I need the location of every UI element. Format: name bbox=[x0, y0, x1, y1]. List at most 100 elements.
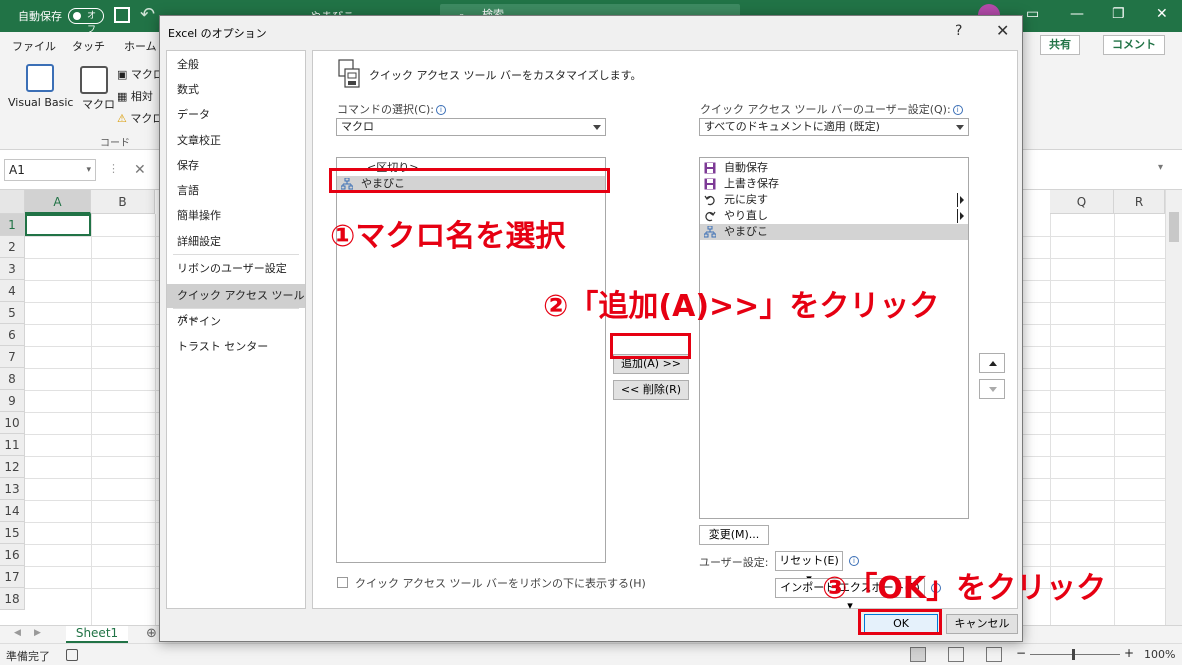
select-all-corner[interactable] bbox=[0, 190, 25, 214]
annotation-step3: ③「OK」をクリック bbox=[822, 571, 1107, 606]
nav-item-addins[interactable]: アドイン bbox=[167, 310, 305, 334]
row-header[interactable]: 15 bbox=[0, 522, 25, 544]
nav-item-proofing[interactable]: 文章校正 bbox=[167, 129, 305, 153]
gridline bbox=[155, 214, 156, 625]
nav-item-quick-access-toolbar[interactable]: クイック アクセス ツール バー bbox=[167, 284, 305, 326]
row-header[interactable]: 8 bbox=[0, 368, 25, 390]
row-header[interactable]: 13 bbox=[0, 478, 25, 500]
macro-security-button[interactable]: ⚠ マクロ bbox=[117, 110, 163, 126]
close-window-icon[interactable]: ✕ bbox=[1156, 6, 1168, 22]
zoom-in-icon[interactable]: + bbox=[1124, 646, 1134, 660]
active-cell[interactable] bbox=[25, 214, 91, 236]
excel-options-dialog: Excel のオプション ? ✕ 全般 数式 データ 文章校正 保存 言語 簡単… bbox=[159, 15, 1023, 642]
row-header[interactable]: 2 bbox=[0, 236, 25, 258]
row-header[interactable]: 4 bbox=[0, 280, 25, 302]
autosave-toggle[interactable]: オフ bbox=[68, 8, 104, 35]
help-icon[interactable]: ? bbox=[955, 23, 962, 39]
modify-button[interactable]: 変更(M)... bbox=[699, 525, 769, 545]
list-item[interactable]: 自動保存 bbox=[700, 160, 968, 176]
info-icon[interactable]: i bbox=[435, 105, 446, 115]
row-header[interactable]: 12 bbox=[0, 456, 25, 478]
macro-record-status-icon[interactable] bbox=[66, 649, 78, 661]
minimize-icon[interactable]: — bbox=[1070, 6, 1084, 22]
customize-qat-value: すべてのドキュメントに適用 (既定) bbox=[704, 120, 880, 133]
show-below-ribbon-checkbox[interactable] bbox=[337, 577, 348, 588]
column-header[interactable]: R bbox=[1114, 190, 1165, 214]
save-icon[interactable] bbox=[114, 7, 130, 23]
expand-formula-icon[interactable]: ▾ bbox=[1158, 162, 1163, 173]
row-header[interactable]: 11 bbox=[0, 434, 25, 456]
sheet-tab[interactable]: Sheet1 bbox=[66, 626, 128, 643]
nav-item-accessibility[interactable]: 簡単操作 bbox=[167, 204, 305, 228]
choose-commands-select[interactable]: マクロ bbox=[336, 118, 606, 136]
info-icon[interactable]: i bbox=[952, 105, 963, 115]
row-header[interactable]: 3 bbox=[0, 258, 25, 280]
sheet-next-icon[interactable]: ▶ bbox=[34, 628, 41, 638]
nav-item-formulas[interactable]: 数式 bbox=[167, 78, 305, 102]
name-box[interactable]: A1 ▾ bbox=[4, 159, 96, 181]
nav-item-general[interactable]: 全般 bbox=[167, 53, 305, 77]
vertical-scrollbar[interactable] bbox=[1165, 190, 1182, 625]
row-header[interactable]: 9 bbox=[0, 390, 25, 412]
share-button[interactable]: 共有 bbox=[1040, 35, 1080, 55]
column-header[interactable]: Q bbox=[1050, 190, 1114, 214]
zoom-slider-thumb[interactable] bbox=[1072, 649, 1075, 660]
row-header[interactable]: 18 bbox=[0, 588, 25, 610]
comment-button[interactable]: コメント bbox=[1103, 35, 1165, 55]
normal-view-icon[interactable] bbox=[910, 647, 926, 662]
sheet-prev-icon[interactable]: ◀ bbox=[14, 628, 21, 638]
record-macro-button[interactable]: ▣ マクロ bbox=[117, 66, 164, 82]
list-item[interactable]: やり直し bbox=[700, 208, 968, 224]
nav-item-language[interactable]: 言語 bbox=[167, 179, 305, 203]
relative-ref-button[interactable]: ▦ 相対 bbox=[117, 88, 153, 104]
column-header[interactable]: A bbox=[25, 190, 91, 214]
nav-item-customize-ribbon[interactable]: リボンのユーザー設定 bbox=[167, 257, 305, 281]
row-header[interactable]: 1 bbox=[0, 214, 25, 236]
nav-item-advanced[interactable]: 詳細設定 bbox=[167, 230, 305, 254]
remove-button[interactable]: << 削除(R) bbox=[613, 380, 689, 400]
column-header[interactable]: B bbox=[91, 190, 155, 214]
row-header[interactable]: 10 bbox=[0, 412, 25, 434]
triangle-up-icon bbox=[989, 361, 997, 366]
cancel-button[interactable]: キャンセル bbox=[946, 614, 1018, 634]
list-item[interactable]: やまびこ bbox=[700, 224, 968, 240]
ribbon-display-icon[interactable]: ▭ bbox=[1026, 6, 1039, 22]
list-item[interactable]: 元に戻す bbox=[700, 192, 968, 208]
undo-icon[interactable]: ↶ bbox=[140, 4, 155, 25]
nav-item-data[interactable]: データ bbox=[167, 103, 305, 127]
name-box-value: A1 bbox=[9, 163, 25, 177]
nav-item-save[interactable]: 保存 bbox=[167, 154, 305, 178]
options-nav: 全般 数式 データ 文章校正 保存 言語 簡単操作 詳細設定 リボンのユーザー設… bbox=[166, 50, 306, 609]
row-header[interactable]: 17 bbox=[0, 566, 25, 588]
nav-item-trust-center[interactable]: トラスト センター bbox=[167, 335, 305, 359]
triangle-down-icon bbox=[989, 387, 997, 392]
zoom-out-icon[interactable]: − bbox=[1016, 646, 1026, 660]
add-sheet-icon[interactable]: ⊕ bbox=[146, 626, 157, 641]
page-break-view-icon[interactable] bbox=[986, 647, 1002, 662]
highlight-add-button bbox=[610, 333, 691, 359]
move-down-button[interactable] bbox=[979, 379, 1005, 399]
zoom-level[interactable]: 100% bbox=[1144, 648, 1175, 661]
annotation-step2: ②「追加(A)>>」をクリック bbox=[543, 289, 940, 324]
qat-commands-list[interactable]: 自動保存 上書き保存 元に戻す やり直し やまびこ bbox=[699, 157, 969, 519]
tab-touch[interactable]: タッチ bbox=[72, 38, 105, 54]
tab-file[interactable]: ファイル bbox=[12, 38, 56, 54]
row-header[interactable]: 6 bbox=[0, 324, 25, 346]
close-icon[interactable]: ✕ bbox=[996, 21, 1009, 40]
restore-icon[interactable]: ❐ bbox=[1112, 6, 1125, 22]
scrollbar-thumb[interactable] bbox=[1169, 212, 1179, 242]
list-item[interactable]: 上書き保存 bbox=[700, 176, 968, 192]
move-up-button[interactable] bbox=[979, 353, 1005, 373]
cancel-entry-icon[interactable]: ✕ bbox=[134, 162, 146, 178]
visual-basic-button[interactable]: Visual Basic bbox=[8, 96, 73, 109]
row-header[interactable]: 16 bbox=[0, 544, 25, 566]
nav-separator bbox=[173, 254, 299, 255]
page-layout-view-icon[interactable] bbox=[948, 647, 964, 662]
row-header[interactable]: 14 bbox=[0, 500, 25, 522]
row-header[interactable]: 5 bbox=[0, 302, 25, 324]
tab-home[interactable]: ホーム bbox=[124, 38, 157, 54]
customize-qat-select[interactable]: すべてのドキュメントに適用 (既定) bbox=[699, 118, 969, 136]
zoom-slider[interactable] bbox=[1030, 654, 1120, 655]
macro-button[interactable]: マクロ bbox=[82, 96, 115, 112]
row-header[interactable]: 7 bbox=[0, 346, 25, 368]
